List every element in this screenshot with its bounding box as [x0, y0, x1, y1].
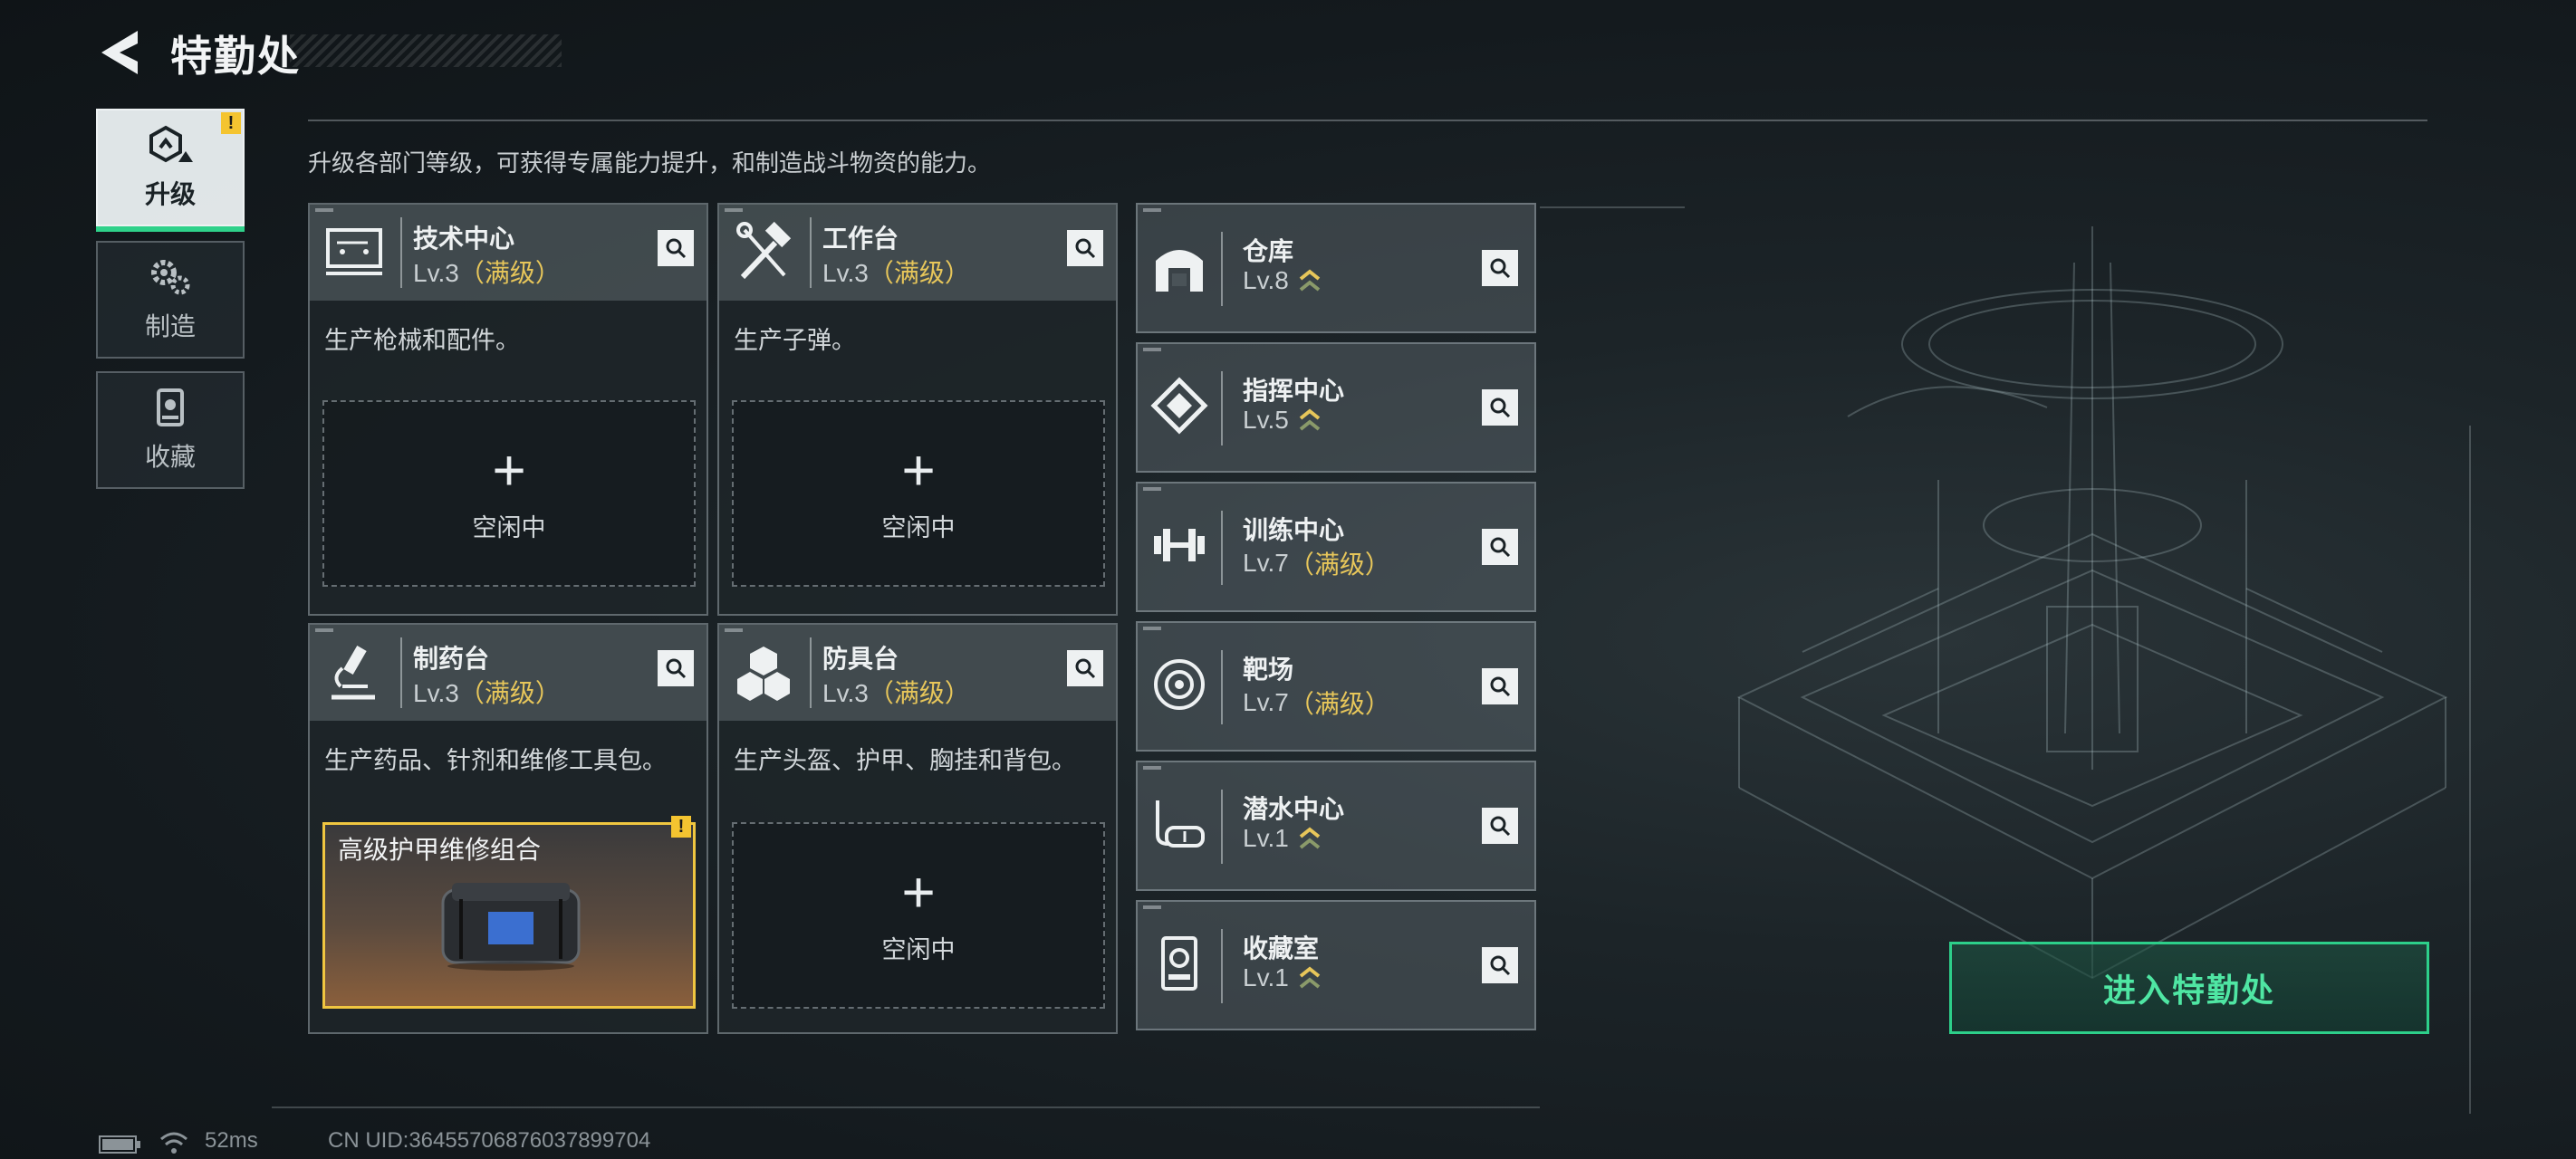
search-icon[interactable] — [658, 230, 694, 266]
search-icon[interactable] — [658, 650, 694, 686]
diving-mask-icon — [1156, 800, 1205, 848]
workshop-description: 生产药品、针剂和维修工具包。 — [324, 747, 667, 774]
workshop-level: Lv.3（满级） — [413, 259, 561, 287]
chip-icon — [1150, 377, 1208, 435]
upgrade-available-icon — [1299, 269, 1321, 292]
facility-card-command-center[interactable]: 指挥中心 Lv.5 — [1136, 342, 1536, 473]
facility-name: 仓库 — [1243, 237, 1294, 265]
search-icon[interactable] — [1067, 230, 1103, 266]
facility-name: 收藏室 — [1243, 934, 1320, 963]
search-icon[interactable] — [1482, 250, 1518, 286]
battery-icon — [99, 1135, 140, 1154]
workshop-name: 工作台 — [822, 225, 899, 253]
plus-icon: + — [901, 436, 936, 503]
base-wireframe-illustration — [1736, 226, 2448, 980]
target-icon — [1154, 659, 1205, 710]
trophy-case-icon — [1161, 936, 1197, 991]
workshop-level: Lv.3（满级） — [822, 259, 970, 287]
workshop-name: 防具台 — [822, 645, 899, 673]
facility-card-warehouse[interactable]: 仓库 Lv.8 — [1136, 203, 1536, 333]
tab-collection-label: 收藏 — [144, 443, 196, 471]
facility-level: Lv.1 — [1243, 824, 1322, 853]
workshop-level: Lv.3（满级） — [413, 679, 561, 707]
search-icon[interactable] — [1067, 650, 1103, 686]
facility-card-training-center[interactable]: 训练中心 Lv.7 （满级） — [1136, 482, 1536, 612]
computer-icon — [326, 228, 382, 275]
decor-line — [1540, 206, 1685, 208]
search-icon[interactable] — [1482, 947, 1518, 983]
facility-level: Lv.1 — [1243, 963, 1322, 992]
facility-card-shooting-range[interactable]: 靶场 Lv.7 （满级） — [1136, 621, 1536, 752]
idle-slot-label: 空闲中 — [472, 513, 546, 541]
uid-text: CN UID:3645570687603789​9704 — [328, 1128, 651, 1153]
workshop-description: 生产枪械和配件。 — [324, 327, 520, 354]
facility-card-collection-room[interactable]: 收藏室 Lv.1 — [1136, 900, 1536, 1030]
title-decoration — [290, 34, 562, 67]
microscope-icon — [332, 646, 375, 700]
facility-level: Lv.7 （满级） — [1243, 688, 1390, 718]
facility-level: Lv.8 — [1243, 266, 1322, 295]
armor-blocks-icon — [737, 647, 790, 701]
decor-line — [272, 1106, 1540, 1108]
plus-icon: + — [901, 858, 936, 924]
idle-slot-label: 空闲中 — [881, 935, 956, 963]
workshop-description: 生产子弹。 — [734, 327, 856, 354]
facility-name: 训练中心 — [1243, 516, 1345, 544]
wifi-icon — [160, 1132, 187, 1154]
workshop-description: 生产头盔、护甲、胸挂和背包。 — [734, 747, 1076, 774]
page-title: 特勤处 — [170, 33, 301, 80]
dumbbell-icon — [1154, 529, 1205, 561]
upgrade-icon — [149, 125, 193, 163]
idle-slot[interactable]: + 空闲中 — [732, 822, 1105, 1009]
tab-upgrade-label: 升级 — [144, 180, 196, 208]
workshop-card-workbench[interactable]: 工作台 Lv.3（满级） 生产子弹。 + 空闲中 — [717, 203, 1118, 616]
upgrade-available-icon — [1299, 408, 1321, 431]
workshop-name: 制药台 — [413, 645, 490, 673]
plus-icon: + — [492, 436, 526, 503]
gears-icon — [151, 260, 190, 295]
idle-slot[interactable]: + 空闲中 — [322, 400, 696, 587]
tab-craft-label: 制造 — [144, 312, 196, 340]
alert-badge: ! — [221, 112, 241, 134]
facility-level: Lv.7 （满级） — [1243, 549, 1390, 579]
crafting-item-slot[interactable]: 高级护甲维修组合 ! — [322, 816, 696, 1009]
tab-upgrade[interactable]: 升级 ! — [96, 109, 245, 232]
workshop-name: 技术中心 — [413, 225, 515, 253]
repair-kit-bag-icon — [441, 883, 581, 971]
workshop-level: Lv.3（满级） — [822, 679, 970, 707]
idle-slot[interactable]: + 空闲中 — [732, 400, 1105, 587]
facility-name: 靶场 — [1243, 656, 1294, 684]
facility-card-diving-center[interactable]: 潜水中心 Lv.1 — [1136, 761, 1536, 891]
facility-name: 潜水中心 — [1243, 795, 1345, 823]
workshop-card-tech-center[interactable]: 技术中心 Lv.3（满级） 生产枪械和配件。 + 空闲中 — [308, 203, 708, 616]
tab-craft[interactable]: 制造 — [96, 241, 245, 359]
back-arrow-icon[interactable] — [98, 25, 145, 80]
facility-name: 指挥中心 — [1243, 377, 1345, 405]
search-icon[interactable] — [1482, 529, 1518, 565]
hammer-wrench-icon — [736, 221, 792, 280]
trophy-case-icon — [157, 388, 184, 426]
tab-collection[interactable]: 收藏 — [96, 371, 245, 489]
idle-slot-label: 空闲中 — [881, 513, 956, 541]
alert-badge: ! — [671, 816, 691, 838]
enter-base-button[interactable]: 进入特勤处 — [1949, 942, 2429, 1034]
search-icon[interactable] — [1482, 808, 1518, 844]
workshop-card-pharmacy[interactable]: 制药台 Lv.3（满级） 生产药品、针剂和维修工具包。 高级护甲维修组合 ! — [308, 623, 708, 1034]
crafting-item-name: 高级护甲维修组合 — [338, 836, 542, 864]
upgrade-available-icon — [1299, 966, 1321, 989]
workshop-card-armor[interactable]: 防具台 Lv.3（满级） 生产头盔、护甲、胸挂和背包。 + 空闲中 — [717, 623, 1118, 1034]
ping-text: 52ms — [205, 1128, 258, 1153]
warehouse-icon — [1156, 250, 1203, 292]
divider — [308, 120, 2427, 121]
facility-level: Lv.5 — [1243, 406, 1322, 435]
decor-line — [2469, 426, 2471, 1114]
upgrade-available-icon — [1299, 827, 1321, 849]
page-description: 升级各部门等级，可获得专属能力提升，和制造战斗物资的能力。 — [308, 149, 992, 177]
search-icon[interactable] — [1482, 668, 1518, 704]
search-icon[interactable] — [1482, 389, 1518, 426]
